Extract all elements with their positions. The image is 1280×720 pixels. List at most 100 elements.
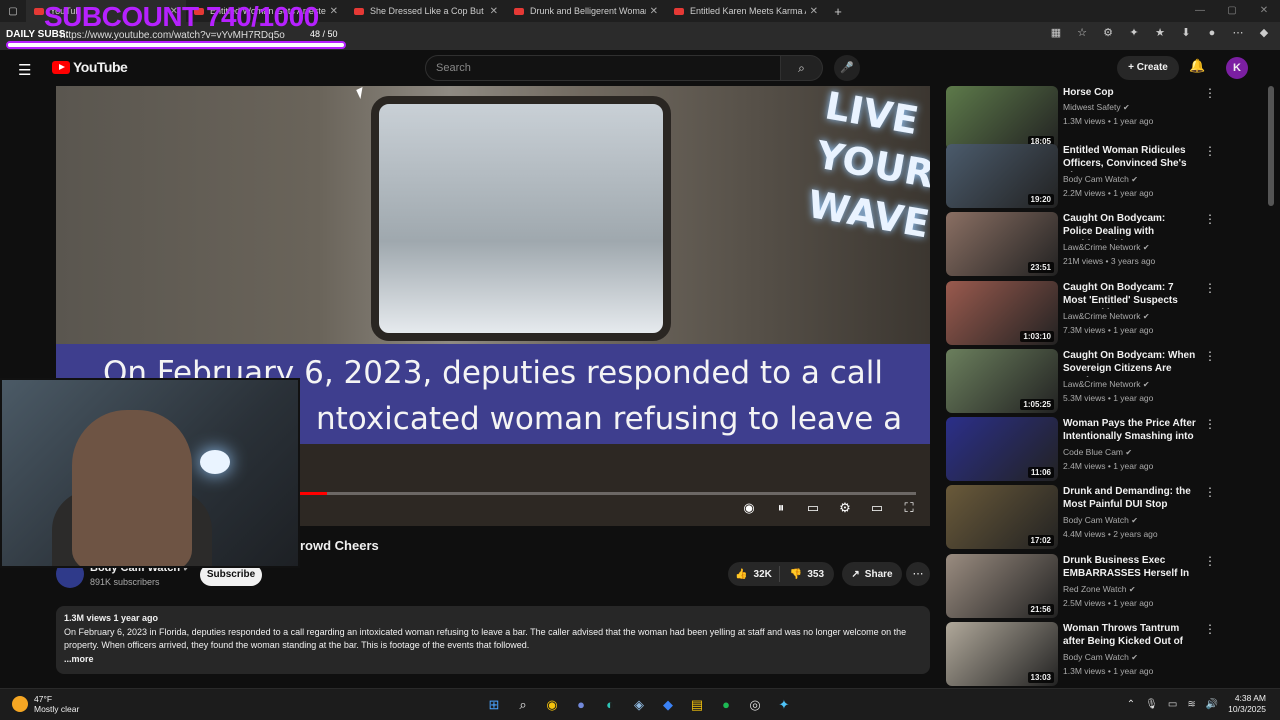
- minimize-icon[interactable]: —: [1184, 0, 1216, 22]
- video-thumbnail[interactable]: 19:20: [946, 144, 1058, 208]
- clock[interactable]: 4:38 AM 10/3/2025: [1228, 693, 1266, 715]
- app2-icon[interactable]: ✦: [774, 694, 794, 716]
- recommended-video[interactable]: 1:05:25 Caught On Bodycam: When Sovereign…: [946, 349, 1266, 413]
- more-options-icon[interactable]: ⋮: [1204, 554, 1216, 568]
- recommended-video[interactable]: 1:03:10 Caught On Bodycam: 7 Most 'Entitl…: [946, 281, 1266, 345]
- close-tab-icon[interactable]: ✕: [330, 6, 338, 17]
- puzzle-icon[interactable]: ✦: [1126, 26, 1142, 39]
- more-options-icon[interactable]: ⋮: [1204, 212, 1216, 226]
- steam-icon[interactable]: ◈: [629, 694, 649, 716]
- video-thumbnail[interactable]: 18:05: [946, 86, 1058, 150]
- video-thumbnail[interactable]: 13:03: [946, 622, 1058, 686]
- recommended-title[interactable]: Entitled Woman Ridicules Officers, Convi…: [1063, 144, 1197, 172]
- video-progress-bar[interactable]: [296, 492, 916, 495]
- taskbar-apps: ⊞ ⌕ ◉ ● ◐ ◈ ◆ ▤ ● ◎ ✦: [484, 694, 794, 716]
- voice-search-button[interactable]: 🎤: [834, 55, 860, 81]
- windows-start-icon[interactable]: ⊞: [484, 694, 504, 716]
- profile-icon[interactable]: ●: [1204, 27, 1220, 39]
- tab-actions-icon[interactable]: ▢: [0, 6, 26, 17]
- more-options-icon[interactable]: ⋮: [1204, 144, 1216, 158]
- bell-icon[interactable]: 🔔: [1189, 58, 1205, 74]
- description-box[interactable]: 1.3M views 1 year ago On February 6, 202…: [56, 606, 930, 674]
- mic-tray-icon[interactable]: 🎙: [1145, 699, 1158, 710]
- verified-icon: ✔: [1131, 516, 1138, 525]
- tray-chevron-icon[interactable]: ⌃: [1127, 699, 1135, 710]
- video-thumbnail[interactable]: 11:06: [946, 417, 1058, 481]
- recommended-video[interactable]: 11:06 Woman Pays the Price After Intentio…: [946, 417, 1266, 481]
- autoplay-icon[interactable]: ◉: [740, 500, 758, 516]
- chrome-icon[interactable]: ◉: [542, 694, 562, 716]
- recommended-title[interactable]: Woman Pays the Price After Intentionally…: [1063, 417, 1197, 445]
- recommended-video[interactable]: 23:51 Caught On Bodycam: Police Dealing w…: [946, 212, 1266, 276]
- tab-2[interactable]: She Dressed Like a Cop But Certa✕: [346, 0, 506, 22]
- bookmark-star-icon[interactable]: ☆: [1074, 26, 1090, 39]
- settings-icon[interactable]: ⚙: [836, 500, 854, 516]
- search-taskbar-icon[interactable]: ⌕: [513, 694, 533, 716]
- app-icon[interactable]: ◆: [658, 694, 678, 716]
- recommended-video[interactable]: 13:03 Woman Throws Tantrum after Being Ki…: [946, 622, 1266, 686]
- tab-4[interactable]: Entitled Karen Meets Karma After✕: [666, 0, 826, 22]
- display-icon[interactable]: ▭: [1168, 699, 1177, 710]
- video-thumbnail[interactable]: 17:02: [946, 485, 1058, 549]
- recommended-title[interactable]: Caught On Bodycam: Police Dealing with '…: [1063, 212, 1197, 240]
- share-button[interactable]: ↗ Share: [842, 562, 902, 586]
- video-thumbnail[interactable]: 21:56: [946, 554, 1058, 618]
- menu-icon[interactable]: ☰: [18, 61, 31, 79]
- spotify-icon[interactable]: ●: [716, 694, 736, 716]
- video-thumbnail[interactable]: 1:03:10: [946, 281, 1058, 345]
- more-options-icon[interactable]: ⋮: [1204, 281, 1216, 295]
- recommended-video[interactable]: 19:20 Entitled Woman Ridicules Officers, …: [946, 144, 1266, 208]
- recommended-channel: Code Blue Cam ✔: [1063, 447, 1133, 457]
- youtube-logo[interactable]: YouTube: [52, 59, 128, 75]
- like-button[interactable]: 👍 32K: [728, 566, 780, 582]
- recommended-title[interactable]: Caught On Bodycam: When Sovereign Citize…: [1063, 349, 1197, 377]
- recommended-title[interactable]: Horse Cop: [1063, 86, 1197, 99]
- recommended-title[interactable]: Woman Throws Tantrum after Being Kicked …: [1063, 622, 1197, 650]
- tab-3[interactable]: Drunk and Belligerent Woman Ge✕: [506, 0, 666, 22]
- apps-icon[interactable]: ▦: [1048, 26, 1064, 39]
- more-options-icon[interactable]: ⋮: [1204, 485, 1216, 499]
- video-thumbnail[interactable]: 23:51: [946, 212, 1058, 276]
- dislike-button[interactable]: 👎 353: [780, 569, 834, 580]
- maximize-icon[interactable]: ▢: [1216, 0, 1248, 22]
- create-button[interactable]: + Create: [1117, 56, 1179, 80]
- video-thumbnail[interactable]: 1:05:25: [946, 349, 1058, 413]
- recommended-title[interactable]: Drunk Business Exec EMBARRASSES Herself …: [1063, 554, 1197, 582]
- recommended-title[interactable]: Caught On Bodycam: 7 Most 'Entitled' Sus…: [1063, 281, 1197, 309]
- more-actions-button[interactable]: ⋯: [906, 562, 930, 586]
- extension-icon[interactable]: ⚙: [1100, 26, 1116, 39]
- search-input[interactable]: Search: [425, 55, 781, 81]
- obs-icon[interactable]: ◎: [745, 694, 765, 716]
- recommended-video[interactable]: 17:02 Drunk and Demanding: the Most Painf…: [946, 485, 1266, 549]
- volume-icon[interactable]: 🔊: [1206, 699, 1218, 710]
- close-tab-icon[interactable]: ✕: [810, 6, 818, 17]
- show-more-link[interactable]: ...more: [64, 653, 922, 666]
- more-options-icon[interactable]: ⋮: [1204, 349, 1216, 363]
- close-window-icon[interactable]: ✕: [1248, 0, 1280, 22]
- favorites-icon[interactable]: ★: [1152, 26, 1168, 39]
- edge-icon[interactable]: ◐: [600, 694, 620, 716]
- avatar[interactable]: K: [1226, 57, 1248, 79]
- recommended-video[interactable]: 21:56 Drunk Business Exec EMBARRASSES Her…: [946, 554, 1266, 618]
- more-options-icon[interactable]: ⋮: [1204, 622, 1216, 636]
- copilot-icon[interactable]: ◆: [1256, 26, 1272, 39]
- more-menu-icon[interactable]: ⋯: [1230, 26, 1246, 39]
- close-tab-icon[interactable]: ✕: [650, 6, 658, 17]
- theater-mode-icon[interactable]: ▭: [868, 500, 886, 516]
- new-tab-icon[interactable]: +: [826, 4, 850, 19]
- fullscreen-icon[interactable]: ⛶: [900, 500, 918, 516]
- close-tab-icon[interactable]: ✕: [490, 6, 498, 17]
- file-explorer-icon[interactable]: ▤: [687, 694, 707, 716]
- discord-icon[interactable]: ●: [571, 694, 591, 716]
- search-button[interactable]: ⌕: [781, 55, 823, 81]
- weather-widget[interactable]: 47°F Mostly clear: [12, 694, 79, 714]
- downloads-icon[interactable]: ⬇: [1178, 26, 1194, 39]
- scrollbar[interactable]: [1268, 86, 1274, 206]
- captions-icon[interactable]: ▭: [804, 500, 822, 516]
- more-options-icon[interactable]: ⋮: [1204, 86, 1216, 100]
- recommended-title[interactable]: Drunk and Demanding: the Most Painful DU…: [1063, 485, 1197, 511]
- wifi-icon[interactable]: ≋: [1187, 699, 1195, 710]
- recommended-video[interactable]: 18:05 Horse Cop Midwest Safety ✔ 1.3M views…: [946, 86, 1266, 150]
- autoplay-toggle[interactable]: ⏸: [772, 500, 790, 516]
- more-options-icon[interactable]: ⋮: [1204, 417, 1216, 431]
